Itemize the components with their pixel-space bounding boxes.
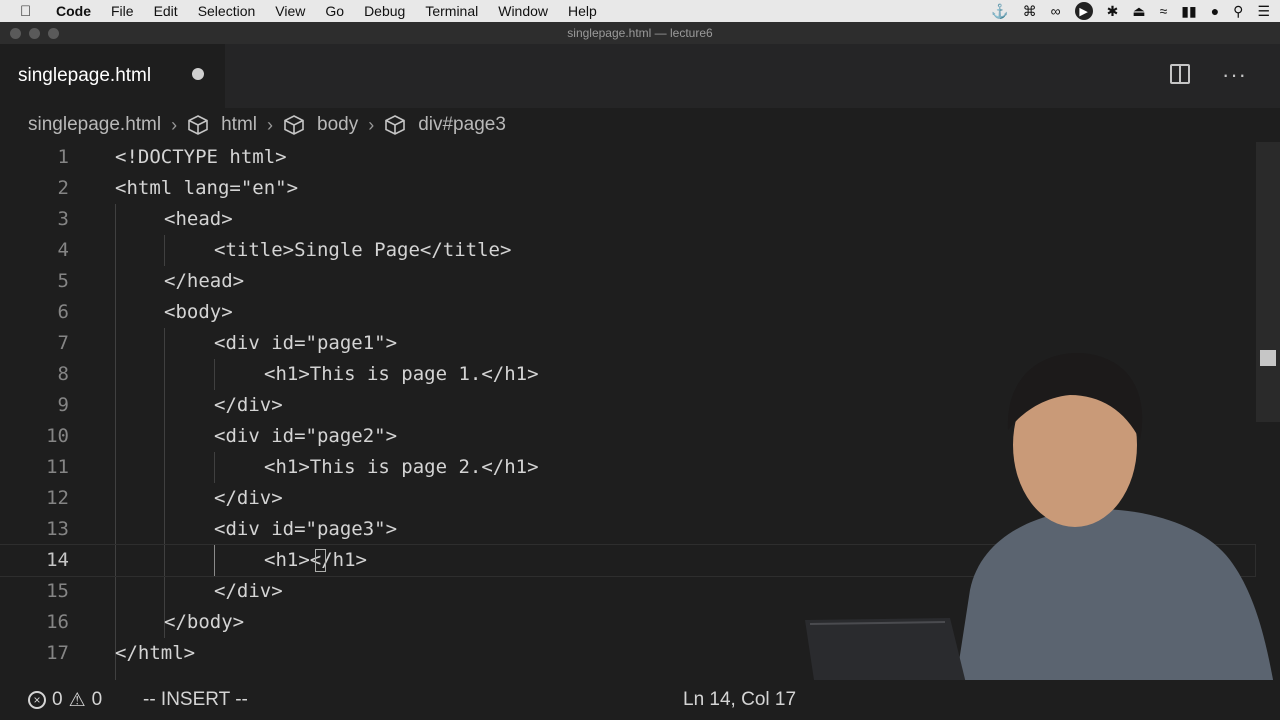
line-number: 11 — [46, 456, 69, 478]
chevron-right-icon: › — [368, 114, 375, 135]
code-text: </head> — [164, 270, 245, 292]
command-icon[interactable]: ⌘ — [1023, 3, 1037, 20]
notification-center-icon[interactable]: ☰ — [1257, 3, 1270, 20]
line-number: 14 — [46, 549, 69, 571]
status-bar: × 0 ⚠ 0 -- INSERT -- Ln 14, Col 17 — [0, 680, 1280, 720]
code-text: <h1>This is page 1.</h1> — [264, 363, 539, 385]
code-text: <div id="page2"> — [214, 425, 398, 447]
line-number: 6 — [57, 301, 69, 323]
menubar-tray: ⚓ ⌘ ∞ ▶ ✱ ⏏ ≈ ▮▮ ● ⚲ ☰ — [991, 0, 1270, 22]
line-number: 8 — [57, 363, 69, 385]
error-icon: × — [28, 691, 46, 709]
line-number: 10 — [46, 425, 69, 447]
breadcrumb-body[interactable]: body — [317, 114, 358, 136]
line-number: 7 — [57, 332, 69, 354]
symbol-element-icon — [188, 115, 208, 135]
breadcrumb-file[interactable]: singlepage.html — [28, 114, 161, 136]
code-text: <title>Single Page</title> — [214, 239, 512, 261]
bluetooth-icon[interactable]: ✱ — [1107, 3, 1119, 20]
menu-view[interactable]: View — [275, 3, 305, 19]
line-number: 3 — [57, 208, 69, 230]
code-text: <body> — [164, 301, 233, 323]
line-number: 13 — [46, 518, 69, 540]
text-cursor — [315, 549, 326, 572]
chevron-right-icon: › — [267, 114, 273, 135]
menu-edit[interactable]: Edit — [154, 3, 178, 19]
symbol-element-icon — [385, 115, 406, 135]
tab-singlepage[interactable]: singlepage.html — [0, 44, 225, 108]
menu-file[interactable]: File — [111, 3, 134, 19]
menu-go[interactable]: Go — [325, 3, 344, 19]
window-titlebar: singlepage.html — lecture6 — [0, 22, 1280, 44]
more-actions-icon[interactable]: ··· — [1222, 62, 1247, 88]
user-icon[interactable]: ● — [1211, 3, 1219, 19]
menu-help[interactable]: Help — [568, 3, 597, 19]
editor-tabbar: singlepage.html ··· — [0, 44, 1280, 108]
spotlight-search-icon[interactable]: ⚲ — [1233, 3, 1243, 20]
split-editor-icon[interactable] — [1170, 64, 1190, 84]
code-text: <head> — [164, 208, 233, 230]
zoom-window-button[interactable] — [48, 28, 59, 39]
menu-window[interactable]: Window — [498, 3, 548, 19]
eject-icon[interactable]: ⏏ — [1132, 3, 1145, 20]
line-number: 15 — [46, 580, 69, 602]
glasses-icon[interactable]: ∞ — [1051, 3, 1061, 19]
line-number: 12 — [46, 487, 69, 509]
tab-label: singlepage.html — [18, 65, 152, 86]
docker-icon[interactable]: ⚓ — [991, 3, 1008, 20]
apple-icon[interactable]:  — [20, 3, 38, 20]
minimize-window-button[interactable] — [29, 28, 40, 39]
line-number: 5 — [57, 270, 69, 292]
code-text: <div id="page3"> — [214, 518, 398, 540]
warning-count: 0 — [91, 689, 103, 710]
line-number: 16 — [46, 611, 69, 633]
breadcrumb-div-page3[interactable]: div#page3 — [418, 114, 506, 136]
vim-mode-indicator: -- INSERT -- — [143, 689, 248, 710]
window-title: singlepage.html — lecture6 — [567, 26, 713, 40]
code-text: </html> — [115, 642, 196, 664]
wifi-icon[interactable]: ≈ — [1160, 3, 1168, 19]
code-line[interactable]: 5 </head> — [0, 266, 1255, 297]
line-number: 9 — [57, 394, 69, 416]
line-number: 2 — [57, 177, 69, 199]
symbol-element-icon — [284, 115, 304, 135]
error-count: 0 — [52, 689, 63, 710]
code-text: </body> — [164, 611, 245, 633]
breadcrumb-html[interactable]: html — [221, 114, 257, 136]
line-number: 17 — [46, 642, 69, 664]
menu-selection[interactable]: Selection — [198, 3, 256, 19]
window-controls — [10, 28, 59, 39]
code-text: </div> — [214, 394, 283, 416]
menu-app-code[interactable]: Code — [56, 3, 91, 19]
presenter-video-overlay — [805, 353, 1280, 720]
code-text: <html lang="en"> — [115, 177, 299, 199]
cursor-position[interactable]: Ln 14, Col 17 — [683, 689, 796, 711]
menu-debug[interactable]: Debug — [364, 3, 405, 19]
close-window-button[interactable] — [10, 28, 21, 39]
code-line[interactable]: 1 <!DOCTYPE html> — [0, 142, 1255, 173]
line-number: 1 — [57, 146, 69, 168]
breadcrumb: singlepage.html › html › body › div#page… — [28, 112, 506, 138]
play-icon[interactable]: ▶ — [1074, 2, 1093, 20]
problems-indicator[interactable]: × 0 ⚠ 0 — [28, 689, 102, 712]
macos-menubar:  Code File Edit Selection View Go Debug… — [0, 0, 1280, 22]
battery-icon[interactable]: ▮▮ — [1181, 3, 1196, 20]
code-text: </div> — [214, 580, 283, 602]
menu-terminal[interactable]: Terminal — [425, 3, 478, 19]
chevron-right-icon: › — [171, 114, 178, 135]
unsaved-dot-icon[interactable] — [192, 68, 204, 80]
code-line[interactable]: 6 <body> — [0, 297, 1255, 328]
code-text: </div> — [214, 487, 283, 509]
code-text: <h1>This is page 2.</h1> — [264, 456, 539, 478]
line-number: 4 — [57, 239, 69, 261]
code-text: <div id="page1"> — [214, 332, 398, 354]
code-line[interactable]: 4 <title>Single Page</title> — [0, 235, 1255, 266]
code-text: <!DOCTYPE html> — [115, 146, 287, 168]
code-line[interactable]: 3 <head> — [0, 204, 1255, 235]
warning-icon: ⚠ — [68, 689, 86, 711]
code-line[interactable]: 2 <html lang="en"> — [0, 173, 1255, 204]
